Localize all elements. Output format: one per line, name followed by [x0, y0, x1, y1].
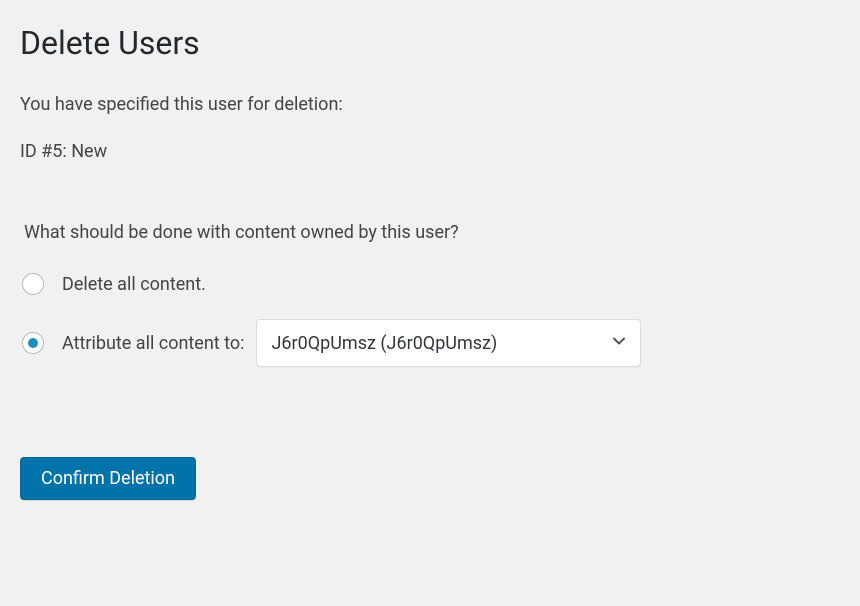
attribute-select-wrap: J6r0QpUmsz (J6r0QpUmsz) [256, 319, 641, 367]
confirm-deletion-button[interactable]: Confirm Deletion [20, 457, 196, 500]
intro-text: You have specified this user for deletio… [20, 94, 840, 115]
option-delete-row: Delete all content. [22, 273, 840, 295]
page-title: Delete Users [20, 24, 840, 62]
submit-area: Confirm Deletion [20, 457, 840, 500]
radio-delete-label[interactable]: Delete all content. [62, 274, 206, 295]
user-id-line: ID #5: New [20, 141, 840, 162]
radio-attribute[interactable] [22, 332, 44, 354]
radio-attribute-label[interactable]: Attribute all content to: [62, 333, 244, 354]
radio-delete-all[interactable] [22, 273, 44, 295]
option-attribute-row: Attribute all content to: J6r0QpUmsz (J6… [22, 319, 840, 367]
content-question: What should be done with content owned b… [24, 222, 840, 243]
attribute-user-select[interactable]: J6r0QpUmsz (J6r0QpUmsz) [256, 319, 641, 367]
